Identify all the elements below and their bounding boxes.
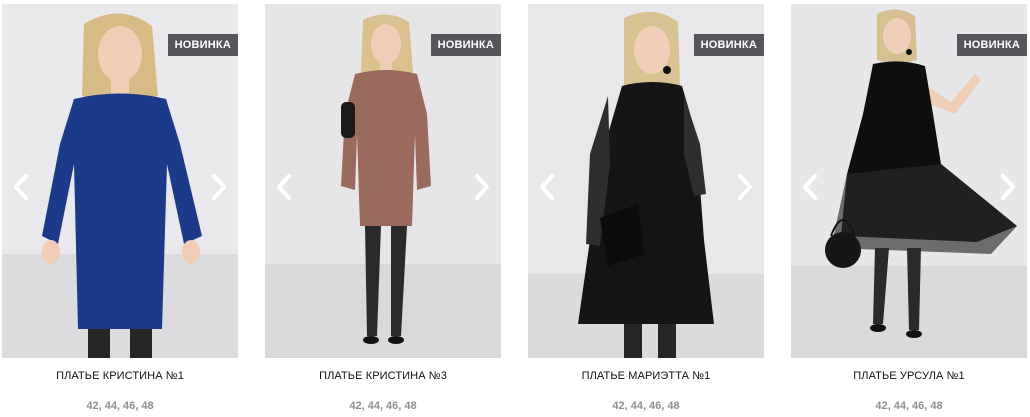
product-card[interactable]: НОВИНКА ПЛАТЬЕ КРИСТИНА №1 42, 44, 46, 4… [2,4,238,414]
model-photo [528,4,764,358]
prev-arrow-icon[interactable] [10,172,32,202]
product-title[interactable]: ПЛАТЬЕ КРИСТИНА №3 [265,370,501,382]
next-arrow-icon[interactable] [208,172,230,202]
new-badge: НОВИНКА [430,34,501,56]
new-badge: НОВИНКА [693,34,764,56]
product-sizes: 42, 44, 46, 48 [612,400,680,412]
product-sizes: 42, 44, 46, 48 [349,400,417,412]
prev-arrow-icon[interactable] [799,172,821,202]
new-badge: НОВИНКА [167,34,238,56]
product-photo[interactable]: НОВИНКА [2,4,238,358]
product-card[interactable]: НОВИНКА ПЛАТЬЕ МАРИЭТТА №1 42, 44, 46, 4… [528,4,764,414]
product-title[interactable]: ПЛАТЬЕ УРСУЛА №1 [791,370,1027,382]
product-sizes: 42, 44, 46, 48 [875,400,943,412]
new-badge: НОВИНКА [956,34,1027,56]
product-card[interactable]: НОВИНКА ПЛАТЬЕ УРСУЛА №1 42, 44, 46, 48 [791,4,1027,414]
product-photo[interactable]: НОВИНКА [265,4,501,358]
model-photo [791,4,1027,358]
product-photo[interactable]: НОВИНКА [791,4,1027,358]
model-photo [2,4,238,358]
product-photo[interactable]: НОВИНКА [528,4,764,358]
product-sizes: 42, 44, 46, 48 [86,400,154,412]
product-card[interactable]: НОВИНКА ПЛАТЬЕ КРИСТИНА №3 42, 44, 46, 4… [265,4,501,414]
product-title[interactable]: ПЛАТЬЕ КРИСТИНА №1 [2,370,238,382]
prev-arrow-icon[interactable] [273,172,295,202]
next-arrow-icon[interactable] [471,172,493,202]
next-arrow-icon[interactable] [997,172,1019,202]
product-title[interactable]: ПЛАТЬЕ МАРИЭТТА №1 [528,370,764,382]
model-photo [265,4,501,358]
next-arrow-icon[interactable] [734,172,756,202]
prev-arrow-icon[interactable] [536,172,558,202]
